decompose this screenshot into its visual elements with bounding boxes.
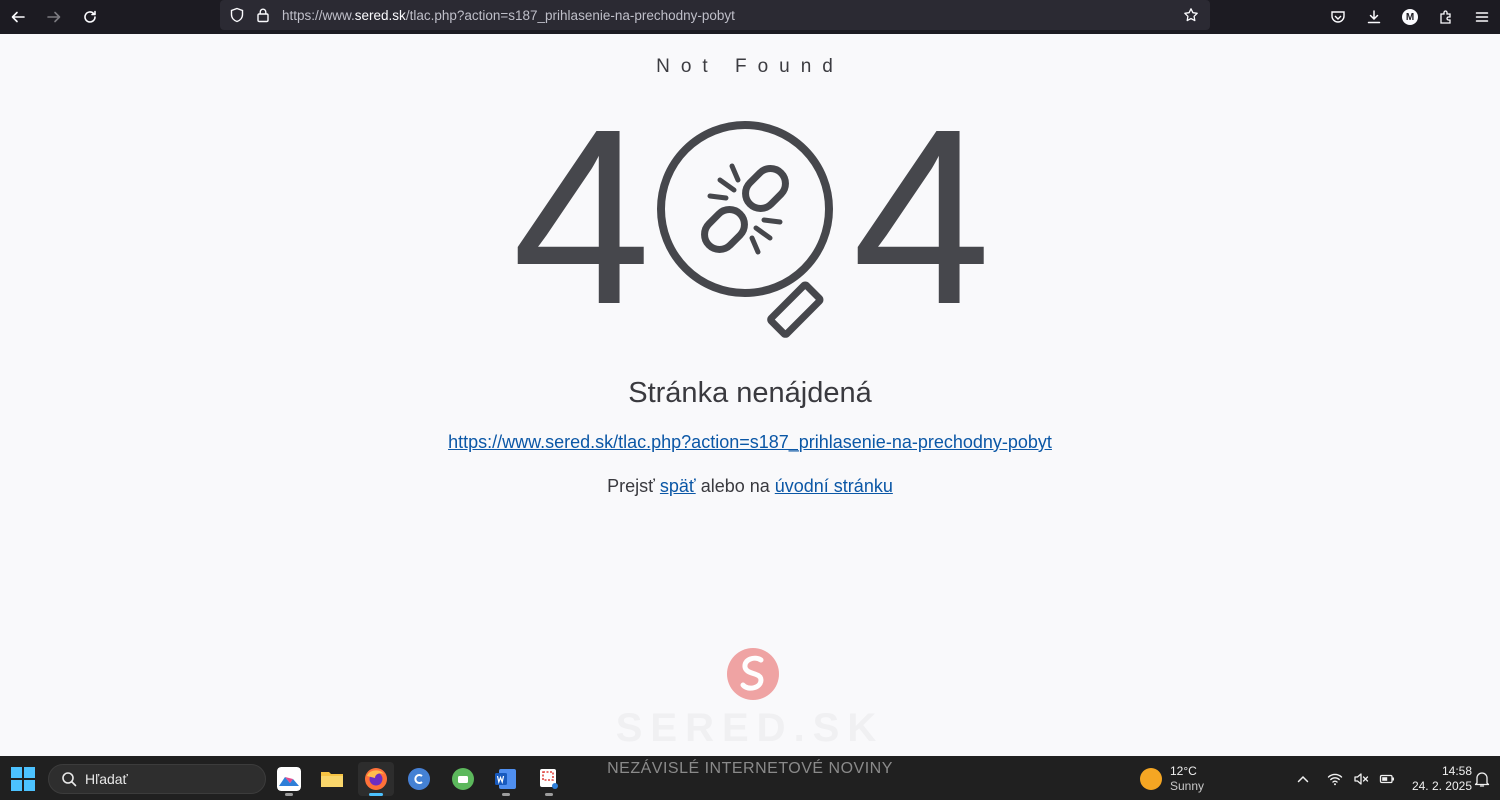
menu-button[interactable] (1464, 0, 1500, 34)
sun-icon (1140, 768, 1162, 790)
taskbar-app-green[interactable] (445, 762, 481, 796)
taskbar-app-word[interactable] (488, 762, 524, 796)
taskbar-app-photos[interactable] (271, 762, 307, 796)
search-icon (62, 772, 77, 787)
downloads-button[interactable] (1356, 0, 1392, 34)
page-content: Not Found 4 4 Stránka nenájdená https://… (0, 34, 1500, 756)
taskbar-app-snipping-tool[interactable] (531, 762, 567, 796)
running-indicator (285, 793, 293, 796)
logo-wordmark: SERED.SK (615, 706, 885, 750)
battery-icon (1379, 774, 1394, 784)
weather-temperature: 12°C (1170, 764, 1197, 778)
nav-prefix: Prejsť (607, 476, 660, 496)
running-indicator (545, 793, 553, 796)
notification-bell-icon[interactable] (1473, 770, 1491, 788)
snipping-tool-icon (540, 769, 558, 789)
firefox-icon (365, 768, 387, 790)
home-link[interactable]: úvodní stránku (775, 476, 893, 496)
running-indicator (502, 793, 510, 796)
windows-start-icon[interactable] (10, 766, 36, 792)
taskbar-app-file-explorer[interactable] (314, 762, 350, 796)
pocket-button[interactable] (1320, 0, 1356, 34)
url-host: sered.sk (354, 7, 406, 23)
nav-middle: alebo na (695, 476, 775, 496)
taskbar-search[interactable]: Hľadať (48, 764, 266, 794)
windows-taskbar: Hľadať NEZÁVISLÉ INTERNETOVÉ NOVINY 12°C… (0, 756, 1500, 800)
not-found-label: Not Found (656, 56, 844, 77)
folder-icon (321, 772, 343, 787)
active-indicator (369, 793, 383, 796)
clock-date: 24. 2. 2025 (1411, 779, 1472, 793)
taskbar-app-canva[interactable] (401, 762, 437, 796)
extensions-button[interactable] (1428, 0, 1464, 34)
account-button[interactable]: M (1392, 0, 1428, 34)
back-button[interactable] (0, 0, 36, 34)
pocket-icon (1331, 11, 1345, 23)
hamburger-icon (1475, 12, 1489, 22)
weather-widget[interactable]: 12°C Sunny (1140, 762, 1204, 796)
arrow-right-icon (47, 11, 61, 23)
reload-button[interactable] (72, 0, 108, 34)
page-title: Stránka nenájdená (628, 377, 872, 409)
broken-link-magnifier-icon (657, 121, 833, 338)
bookmark-button[interactable] (1178, 0, 1204, 30)
wifi-icon (1327, 773, 1343, 786)
system-tray (1290, 762, 1400, 796)
weather-condition: Sunny (1170, 779, 1205, 793)
show-hidden-icons-button[interactable] (1290, 762, 1316, 796)
logo-s-mark (727, 648, 779, 700)
error-404-graphic: 4 4 (500, 92, 1000, 354)
url-text[interactable]: https://www.sered.sk/tlac.php?action=s18… (282, 8, 735, 23)
requested-url-link[interactable]: https://www.sered.sk/tlac.php?action=s18… (448, 432, 1052, 452)
site-tagline: NEZÁVISLÉ INTERNETOVÉ NOVINY (607, 760, 893, 777)
lock-icon (257, 8, 269, 23)
green-app-icon (452, 768, 474, 790)
clock-time: 14:58 (1441, 764, 1472, 778)
url-path: /tlac.php?action=s187_prihlasenie-na-pre… (405, 7, 735, 23)
speaker-muted-icon (1354, 773, 1369, 785)
battery-button[interactable] (1374, 762, 1400, 796)
network-button[interactable] (1322, 762, 1348, 796)
chevron-up-icon (1297, 775, 1309, 783)
arrow-left-icon (11, 11, 25, 23)
digit-four-right: 4 (852, 77, 992, 356)
browser-toolbar: https://www.sered.sk/tlac.php?action=s18… (0, 0, 1500, 34)
taskbar-clock[interactable]: 14:58 24. 2. 2025 (1400, 764, 1472, 794)
url-scheme: https://www. (282, 7, 355, 23)
canva-icon (408, 768, 430, 790)
taskbar-app-firefox[interactable] (358, 762, 394, 796)
tracking-protection-button[interactable] (224, 0, 250, 30)
volume-button[interactable] (1348, 762, 1374, 796)
forward-button[interactable] (36, 0, 72, 34)
download-icon (1367, 10, 1381, 24)
navigation-hint: Prejsť späť alebo na úvodní stránku (0, 476, 1500, 497)
weather-info: 12°C Sunny (1170, 764, 1204, 794)
star-icon (1184, 8, 1198, 22)
avatar: M (1402, 9, 1418, 25)
shield-icon (230, 7, 244, 23)
requested-url-line: https://www.sered.sk/tlac.php?action=s18… (0, 432, 1500, 453)
site-logo: SERED.SK (600, 644, 900, 759)
toolbar-right: M (1320, 0, 1500, 34)
url-bar[interactable]: https://www.sered.sk/tlac.php?action=s18… (220, 0, 1210, 30)
site-info-button[interactable] (250, 0, 276, 30)
digit-four-left: 4 (512, 77, 652, 356)
logo-s-icon (740, 655, 764, 691)
back-link[interactable]: späť (660, 476, 696, 496)
search-placeholder: Hľadať (85, 771, 128, 787)
photos-app-icon (277, 767, 301, 791)
reload-icon (84, 10, 96, 23)
puzzle-icon (1440, 10, 1451, 24)
word-icon (495, 769, 516, 789)
